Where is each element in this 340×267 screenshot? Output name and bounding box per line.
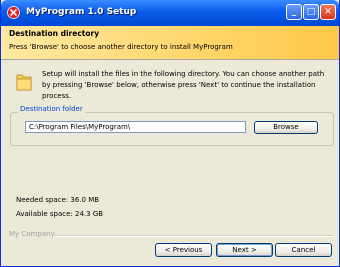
title-bar[interactable]: MyProgram 1.0 Setup _ □ ✕ xyxy=(1,0,339,26)
company-name: My Company xyxy=(9,230,55,238)
setup-window: MyProgram 1.0 Setup _ □ ✕ Destination di… xyxy=(0,0,340,267)
folder-icon xyxy=(16,74,32,91)
destination-path-input[interactable] xyxy=(25,121,246,133)
needed-space: Needed space: 36.0 MB xyxy=(16,196,100,204)
footer-divider xyxy=(53,235,333,237)
minimize-icon: _ xyxy=(291,7,297,17)
close-icon: ✕ xyxy=(324,7,332,17)
available-space: Available space: 24.3 GB xyxy=(16,210,104,218)
intro-text: Setup will install the files in the foll… xyxy=(42,70,325,100)
header-divider xyxy=(1,59,339,60)
maximize-icon: □ xyxy=(306,7,316,17)
minimize-button[interactable]: _ xyxy=(286,4,302,20)
app-icon xyxy=(7,6,20,19)
previous-button[interactable]: < Previous xyxy=(155,243,212,257)
page-subtitle: Press 'Browse' to choose another directo… xyxy=(9,43,233,51)
next-button[interactable]: Next > xyxy=(216,243,273,257)
window-title: MyProgram 1.0 Setup xyxy=(26,7,137,17)
destination-folder-label: Destination folder xyxy=(18,105,85,113)
maximize-button[interactable]: □ xyxy=(303,4,319,20)
page-title: Destination directory xyxy=(9,29,100,38)
browse-button[interactable]: Browse xyxy=(254,121,318,134)
cancel-button[interactable]: Cancel xyxy=(275,243,332,257)
close-button[interactable]: ✕ xyxy=(320,4,336,20)
page-header: Destination directory Press 'Browse' to … xyxy=(1,26,339,59)
